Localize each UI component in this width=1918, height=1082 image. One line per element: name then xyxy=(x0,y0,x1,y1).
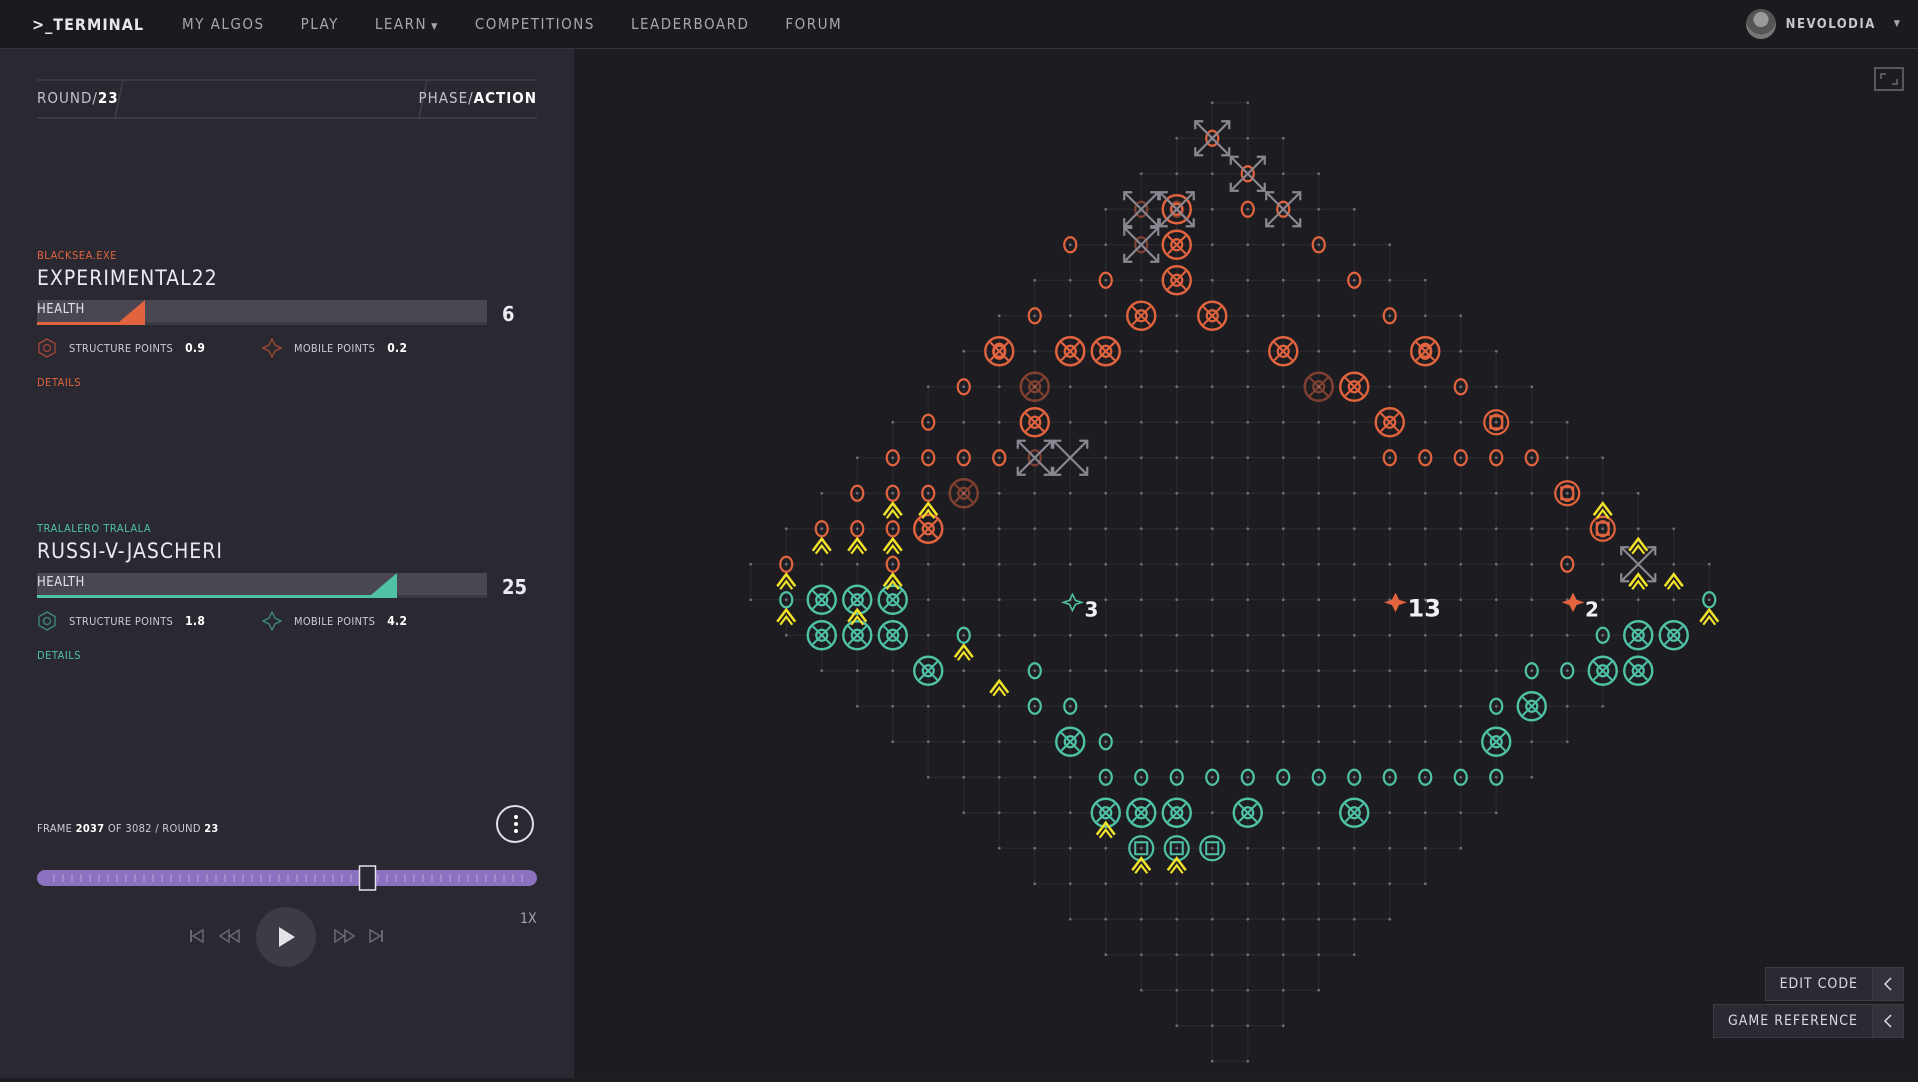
nav-competitions[interactable]: COMPETITIONS xyxy=(475,15,595,33)
game-reference-label: GAME REFERENCE xyxy=(1728,1013,1858,1029)
player2-algo-name: TRALALERO TRALALA xyxy=(37,522,152,535)
fast-forward-icon[interactable] xyxy=(332,927,356,945)
phase-value: ACTION xyxy=(473,89,537,107)
player2-structure-points: STRUCTURE POINTS 1.8 xyxy=(37,611,262,631)
player2-health-bar xyxy=(37,573,487,598)
more-vertical-icon xyxy=(514,815,518,819)
nav-my-algos[interactable]: MY ALGOS xyxy=(182,15,265,33)
unit-count-text: 2 xyxy=(1585,597,1599,621)
unit-count-label: 2 xyxy=(1561,592,1599,621)
unit-count-label: 3 xyxy=(1060,592,1098,621)
player2-health-value: 25 xyxy=(502,575,528,599)
mobile-points-icon xyxy=(262,338,282,358)
mobile-points-label: MOBILE POINTS xyxy=(294,614,376,628)
scout-unit xyxy=(1699,607,1720,626)
avatar xyxy=(1745,9,1776,39)
mobile-points-label: MOBILE POINTS xyxy=(294,341,376,355)
frame-info: FRAME 2037 OF 3082 / ROUND 23 xyxy=(37,822,219,835)
frame-label: FRAME xyxy=(37,822,73,835)
edit-code-button[interactable]: EDIT CODE xyxy=(1764,967,1904,1001)
more-vertical-icon-dot xyxy=(514,829,518,833)
structure-points-icon xyxy=(38,611,56,631)
game-reference-button[interactable]: GAME REFERENCE xyxy=(1713,1004,1904,1038)
play-button[interactable] xyxy=(256,907,316,967)
player2-health-label: HEALTH xyxy=(37,575,85,590)
player1-card: BLACKSEA.EXE EXPERIMENTAL22 HEALTH 6 STR… xyxy=(37,249,537,389)
player1-points: STRUCTURE POINTS 0.9 MOBILE POINTS 0.2 xyxy=(37,338,537,358)
nav-learn-label: LEARN xyxy=(374,15,428,33)
match-info-panel: ROUND/23 PHASE/ACTION BLACKSEA.EXE EXPER… xyxy=(0,49,574,1078)
chevron-left-icon xyxy=(1872,968,1903,1000)
player1-name: EXPERIMENTAL22 xyxy=(37,266,218,290)
player2-name: RUSSI-V-JASCHERI xyxy=(37,539,223,563)
caret-down-icon: ▼ xyxy=(1893,19,1900,29)
username: NEVOLODIA xyxy=(1785,16,1876,32)
nav-leaderboard[interactable]: LEADERBOARD xyxy=(631,15,749,33)
replay-scrubber[interactable] xyxy=(37,865,539,891)
player2-points: STRUCTURE POINTS 1.8 MOBILE POINTS 4.2 xyxy=(37,611,537,631)
frame-round-value: 23 xyxy=(204,822,219,835)
user-menu[interactable]: NEVOLODIA ▼ xyxy=(1745,9,1900,39)
more-options-button[interactable] xyxy=(496,805,534,843)
brand-logo[interactable]: >_TERMINAL xyxy=(32,15,182,34)
player1-mobile-points: MOBILE POINTS 0.2 xyxy=(262,338,487,358)
rewind-icon[interactable] xyxy=(218,927,242,945)
unit-count-text: 13 xyxy=(1408,594,1441,622)
round-phase-bar: ROUND/23 PHASE/ACTION xyxy=(37,79,537,119)
player2-health-row: HEALTH 25 xyxy=(37,573,537,599)
player1-health-label: HEALTH xyxy=(37,302,85,317)
game-board-area: 3 13 2 EDIT CODE GAME REFERENCE xyxy=(574,49,1918,1078)
player1-health-value: 6 xyxy=(502,302,515,326)
round-label: ROUND/ xyxy=(37,89,98,107)
mobile-points-value: 0.2 xyxy=(387,341,408,355)
player1-health-bar xyxy=(37,300,487,325)
playback-controls xyxy=(185,907,385,971)
frame-round-label: / ROUND xyxy=(155,822,201,835)
structure-points-label: STRUCTURE POINTS xyxy=(69,614,174,628)
scrubber-handle[interactable] xyxy=(358,865,377,891)
edit-code-label: EDIT CODE xyxy=(1779,976,1858,992)
playback-speed[interactable]: 1X xyxy=(520,911,537,927)
structure-points-label: STRUCTURE POINTS xyxy=(69,341,174,355)
skip-to-end-icon[interactable] xyxy=(367,927,385,945)
more-vertical-icon-dot xyxy=(514,822,518,826)
player2-mobile-points: MOBILE POINTS 4.2 xyxy=(262,611,487,631)
fullscreen-icon[interactable] xyxy=(1874,67,1904,91)
skip-to-start-icon[interactable] xyxy=(188,927,206,945)
player1-details-link[interactable]: DETAILS xyxy=(37,376,537,389)
player2-card: TRALALERO TRALALA RUSSI-V-JASCHERI HEALT… xyxy=(37,522,537,662)
round-indicator: ROUND/23 xyxy=(37,89,119,107)
game-board[interactable]: 3 13 2 xyxy=(574,49,1918,1078)
chevron-left-icon xyxy=(1872,1005,1903,1037)
mobile-points-value: 4.2 xyxy=(387,614,408,628)
unit-count-text: 3 xyxy=(1084,597,1098,621)
round-value: 23 xyxy=(97,89,119,107)
phase-label: PHASE/ xyxy=(418,89,474,107)
player1-health-row: HEALTH 6 xyxy=(37,300,537,326)
player1-algo-name: BLACKSEA.EXE xyxy=(37,249,118,262)
frame-value: 2037 xyxy=(75,822,105,835)
total-frames: 3082 xyxy=(125,822,152,835)
player2-details-link[interactable]: DETAILS xyxy=(37,649,537,662)
structure-points-value: 1.8 xyxy=(185,614,206,628)
player1-structure-points: STRUCTURE POINTS 0.9 xyxy=(37,338,262,358)
nav-forum[interactable]: FORUM xyxy=(785,15,842,33)
scrubber-track xyxy=(37,870,537,886)
structure-points-value: 0.9 xyxy=(185,341,206,355)
nav-learn[interactable]: LEARN ▼ xyxy=(375,15,439,33)
play-icon xyxy=(279,927,295,947)
phase-indicator: PHASE/ACTION xyxy=(418,89,537,107)
top-navbar: >_TERMINAL MY ALGOS PLAY LEARN ▼ COMPETIT… xyxy=(0,0,1918,49)
nav-play[interactable]: PLAY xyxy=(301,15,339,33)
unit-count-label: 13 xyxy=(1383,592,1441,622)
structure-points-icon xyxy=(38,338,56,358)
mobile-points-icon xyxy=(262,611,282,631)
caret-down-icon: ▼ xyxy=(431,22,439,32)
of-label: OF xyxy=(107,822,122,835)
